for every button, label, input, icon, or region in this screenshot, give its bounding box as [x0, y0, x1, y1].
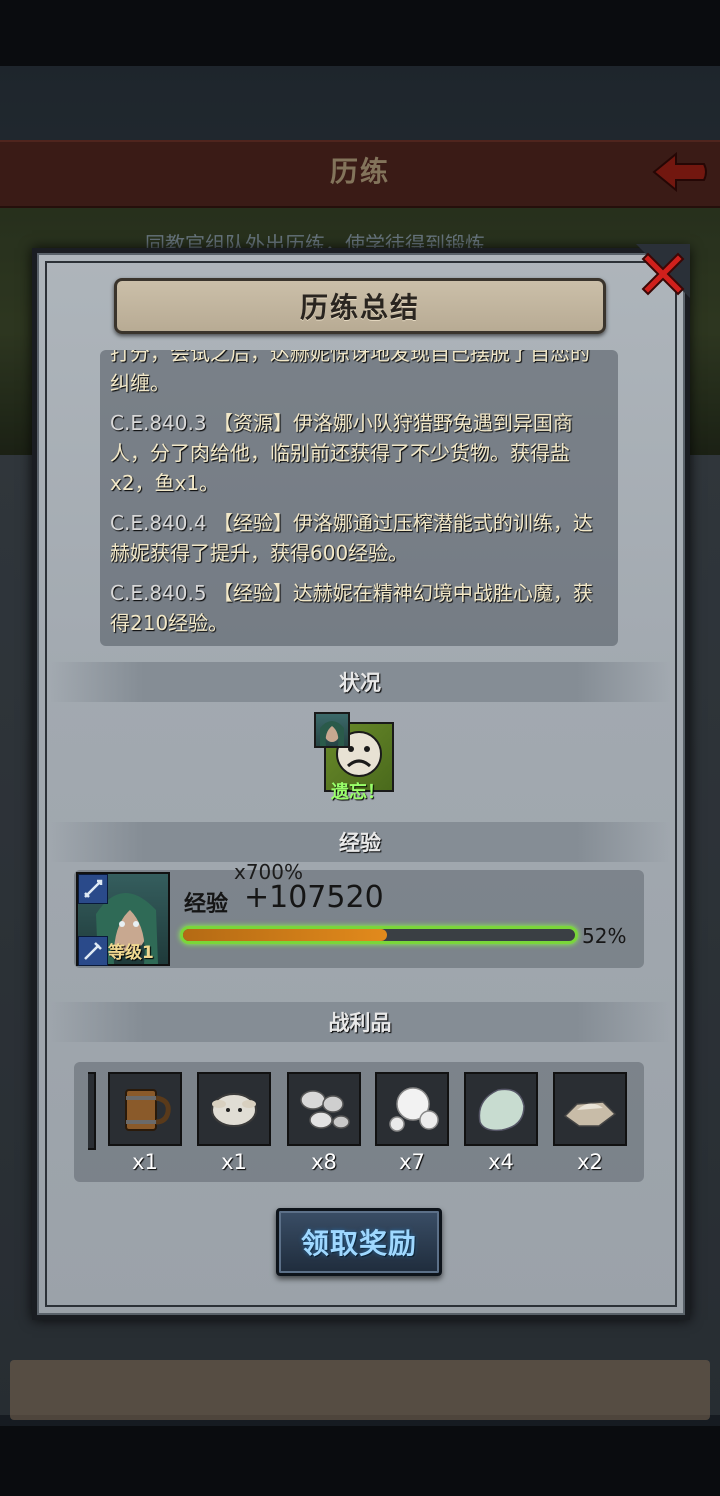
loot-item[interactable]	[287, 1072, 361, 1146]
pearl-icon	[375, 1072, 449, 1146]
loot-count: x2	[577, 1150, 603, 1174]
loot-count: x4	[488, 1150, 514, 1174]
log-date: C.E.840.5	[110, 581, 207, 605]
loot-item[interactable]	[375, 1072, 449, 1146]
exp-section-label: 经验	[339, 831, 381, 855]
loot-count: x1	[132, 1150, 158, 1174]
modal-title-plate: 历练总结	[114, 278, 606, 334]
loot-count: x1	[221, 1150, 247, 1174]
loot-item[interactable]	[197, 1072, 271, 1146]
salt-icon	[553, 1072, 627, 1146]
exp-percent: 52%	[582, 924, 627, 948]
claim-reward-button[interactable]: 领取奖励	[276, 1208, 442, 1276]
exp-progress-fill	[183, 929, 387, 941]
loot-count: x8	[311, 1150, 337, 1174]
log-entry: C.E.840.5 【经验】达赫妮在精神幻境中战胜心魔，获得210经验。	[100, 578, 618, 638]
status-caption: 遗忘！	[331, 782, 385, 803]
close-button[interactable]	[636, 244, 690, 298]
status-section-header: 状况	[50, 662, 670, 702]
exp-label: 经验	[184, 892, 229, 917]
loot-slot-partial	[88, 1072, 96, 1150]
stone-icon	[464, 1072, 538, 1146]
loot-section-header: 战利品	[50, 1002, 670, 1042]
loot-count: x7	[399, 1150, 425, 1174]
tankard-icon	[108, 1072, 182, 1146]
log-entry: 打分，会试之后，达赫妮惊讶地发现自己摆脱了自恋的纠缠。	[100, 350, 618, 398]
sword-icon	[78, 874, 108, 904]
character-avatar-small	[314, 712, 350, 748]
claim-button-label: 领取奖励	[300, 1227, 417, 1260]
exp-value: +107520	[244, 880, 384, 915]
exp-section-header: 经验	[50, 822, 670, 862]
log-text: 打分，会试之后，达赫妮惊讶地发现自己摆脱了自恋的纠缠。	[110, 350, 590, 395]
modal-title: 历练总结	[299, 291, 420, 324]
loot-section-label: 战利品	[328, 1011, 392, 1035]
event-log[interactable]: 打分，会试之后，达赫妮惊讶地发现自己摆脱了自恋的纠缠。 C.E.840.3 【资…	[100, 350, 618, 646]
exp-progress-bar	[180, 926, 578, 944]
log-entry: C.E.840.3 【资源】伊洛娜小队狩猎野兔遇到异国商人，分了肉给他，临别前还…	[100, 408, 618, 498]
loot-item[interactable]	[464, 1072, 538, 1146]
log-entry: C.E.840.4 【经验】伊洛娜通过压榨潜能式的训练，达赫妮获得了提升，获得6…	[100, 508, 618, 568]
status-section-label: 状况	[339, 671, 381, 695]
dagger-icon	[78, 936, 108, 966]
log-date: C.E.840.3	[110, 411, 207, 435]
level-label: 等级1	[108, 943, 154, 963]
sheep-icon	[197, 1072, 271, 1146]
loot-item[interactable]	[553, 1072, 627, 1146]
loot-item[interactable]	[108, 1072, 182, 1146]
log-date: C.E.840.4	[110, 511, 207, 535]
silver-ore-icon	[287, 1072, 361, 1146]
